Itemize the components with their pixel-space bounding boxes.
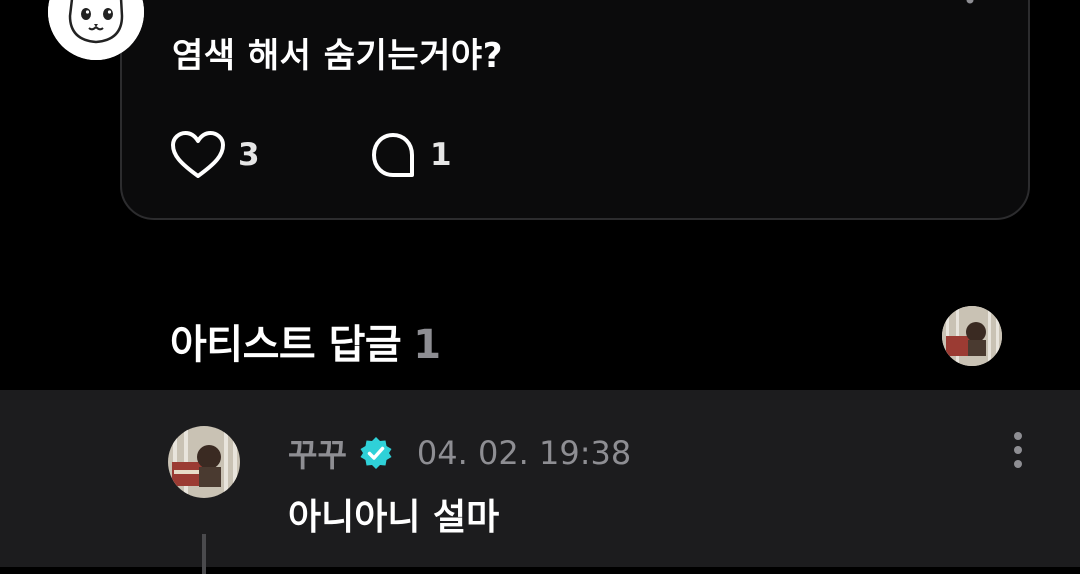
section-title-text: 아티스트 답글 [170, 322, 402, 368]
like-count: 3 [238, 137, 260, 173]
comment-button[interactable]: 1 [368, 130, 452, 180]
reply-author-avatar[interactable] [168, 426, 240, 498]
artist-photo [168, 426, 240, 498]
more-vertical-icon [1014, 432, 1022, 468]
verified-badge-icon [360, 437, 392, 469]
reply-date: 04. 02. 19:38 [416, 434, 632, 472]
speech-bubble-icon [372, 133, 414, 177]
like-button[interactable]: 3 [170, 130, 260, 180]
heart-icon [171, 131, 225, 178]
reply-author-name[interactable]: 꾸꾸 [288, 430, 347, 476]
reply-text: 아니아니 설마 [288, 497, 500, 538]
reply-meta: 꾸꾸 04. 02. 19:38 [288, 430, 631, 476]
thread-line [202, 534, 206, 574]
artist-avatar-thumbnail[interactable] [942, 306, 1002, 366]
artist-reply: 꾸꾸 04. 02. 19:38 아니아니 설마 [0, 390, 1080, 574]
artist-photo [942, 306, 1002, 366]
reply-more-button[interactable] [1010, 430, 1026, 470]
artist-reply-section-title: 아티스트 답글 1 [170, 312, 441, 370]
post-more-button[interactable] [962, 0, 978, 6]
comment-count: 1 [430, 137, 452, 173]
more-vertical-icon [966, 0, 974, 4]
section-count: 1 [413, 322, 441, 368]
post-text: 염색 해서 숨기는거야? [172, 36, 503, 76]
